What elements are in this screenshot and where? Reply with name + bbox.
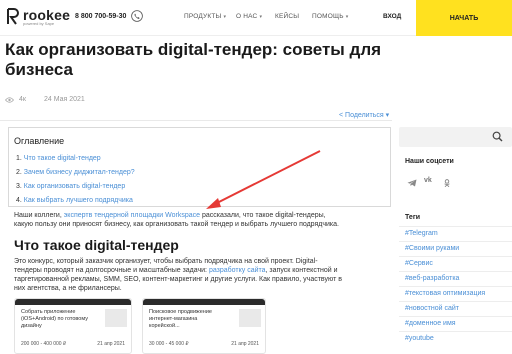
article-meta: 4к 24 Мая 2021 [5,96,85,103]
card-price: 200 000 - 400 000 ₽ [21,341,67,347]
views-count: 4к [19,96,26,103]
card-title: Поисковое продвижение интернет-магазина … [149,309,212,329]
vk-icon[interactable]: vk [424,177,434,185]
site-header: rookee powered by Sape 8 800 700-59-30 П… [0,0,512,36]
intro-paragraph: Наши коллеги, экспертв тендерной площадк… [14,211,382,229]
divider [399,301,512,302]
page-title: Как организовать digital-тендер: советы … [5,40,382,79]
nav-label: ПРОДУКТЫ [184,13,222,20]
social-heading: Наши соцсети [405,158,454,165]
card-price: 30 000 - 45 000 ₽ [149,341,189,347]
toc-item[interactable]: 2. Зачем бизнесу диджитал-тендер? [16,169,135,176]
toc-link[interactable]: Как выбрать лучшего подрядчика [24,197,133,204]
nav-help[interactable]: ПОМОЩЬ ▾ [312,13,349,20]
toc-item[interactable]: 4. Как выбрать лучшего подрядчика [16,197,133,204]
eye-icon [5,96,14,103]
nav-about[interactable]: О НАС ▾ [236,13,262,20]
card-thumbnail [239,309,261,327]
toc-number: 2. [16,169,22,176]
website-dev-link[interactable]: разработку сайта [209,267,266,274]
divider [399,331,512,332]
tags-heading: Теги [405,214,421,221]
share-label: Поделиться [345,112,384,119]
tag-link[interactable]: #новостной сайт [405,305,459,312]
section-text: таргетированной рекламы, SMM, SEO, конте… [14,276,342,283]
toc-number: 4. [16,197,22,204]
telegram-icon[interactable] [407,179,417,187]
search-input[interactable] [399,127,512,147]
chevron-down-icon: ▾ [385,112,390,119]
tag-link[interactable]: #Своими руками [405,245,459,252]
publish-date: 24 Мая 2021 [43,96,85,103]
search-icon[interactable] [492,131,503,142]
toc-link[interactable]: Что такое digital-тендер [24,155,101,162]
share-dropdown[interactable]: < Поделиться ▾ [339,111,389,119]
divider [399,256,512,257]
toc-number: 3. [16,183,22,190]
card-date: 21 апр 2021 [231,341,259,347]
tag-link[interactable]: #доменное имя [405,320,456,327]
divider [399,316,512,317]
chevron-down-icon: ▾ [345,14,349,20]
divider [399,241,512,242]
card-header-bar [15,299,131,305]
toc-item[interactable]: 1. Что такое digital-тендер [16,155,101,162]
card-header-bar [143,299,265,305]
intro-text: Наши коллеги, [14,212,62,219]
chevron-down-icon: ▾ [259,14,263,20]
section-text: , запуск контекстной и [265,267,338,274]
phone-number[interactable]: 8 800 700-59-30 [75,13,126,20]
card-thumbnail [105,309,127,327]
tag-link[interactable]: #веб-разработка [405,275,459,282]
section-heading: Что такое digital-тендер [14,237,179,253]
table-of-contents: Оглавление 1. Что такое digital-тендер 2… [8,127,391,207]
nav-products[interactable]: ПРОДУКТЫ ▾ [184,13,226,20]
divider [0,120,392,121]
ok-icon[interactable] [442,179,452,187]
nav-label: КЕЙСЫ [275,13,300,20]
nav-label: О НАС [236,13,258,20]
section-text: тендеры проводят на долгосрочные и масшт… [14,267,208,274]
share-icon: < [339,112,344,119]
divider [399,226,512,227]
intro-text: рассказали, что такое digital-тендеры, [201,212,326,219]
tender-card[interactable]: Поисковое продвижение интернет-магазина … [142,298,266,354]
toc-link[interactable]: Как организовать digital-тендер [24,183,125,190]
toc-number: 1. [16,155,22,162]
logo[interactable]: rookee powered by Sape [5,8,70,26]
logo-icon [7,8,19,25]
workspace-link[interactable]: экспертв тендерной площадки Workspace [64,212,200,219]
intro-text: какую пользу они приносят бизнесу, как о… [14,221,339,228]
card-title: Собрать приложение (iOS+Android) по гото… [21,309,88,329]
chevron-down-icon: ▾ [223,14,227,20]
tag-link[interactable]: #текстовая оптимизация [405,290,485,297]
divider [399,286,512,287]
nav-cases[interactable]: КЕЙСЫ [275,13,299,20]
start-button[interactable]: НАЧАТЬ [416,0,512,36]
toc-link[interactable]: Зачем бизнесу диджитал-тендер? [24,169,135,176]
login-link[interactable]: ВХОД [383,13,401,20]
card-date: 21 апр 2021 [97,341,125,347]
toc-title: Оглавление [14,136,65,146]
section-paragraph: Это конкурс, который заказчик организует… [14,257,382,293]
tag-link[interactable]: #youtube [405,335,434,342]
divider [399,271,512,272]
phone-icon[interactable] [131,10,143,22]
tender-card[interactable]: Собрать приложение (iOS+Android) по гото… [14,298,132,354]
section-text: Это конкурс, который заказчик организует… [14,258,318,265]
tag-link[interactable]: #Telegram [405,230,438,237]
toc-item[interactable]: 3. Как организовать digital-тендер [16,183,125,190]
nav-label: ПОМОЩЬ [312,13,344,20]
tag-link[interactable]: #Сервис [405,260,433,267]
logo-text: rookee [23,6,71,23]
section-text: них агентства, а не фрилансеры. [14,285,122,292]
